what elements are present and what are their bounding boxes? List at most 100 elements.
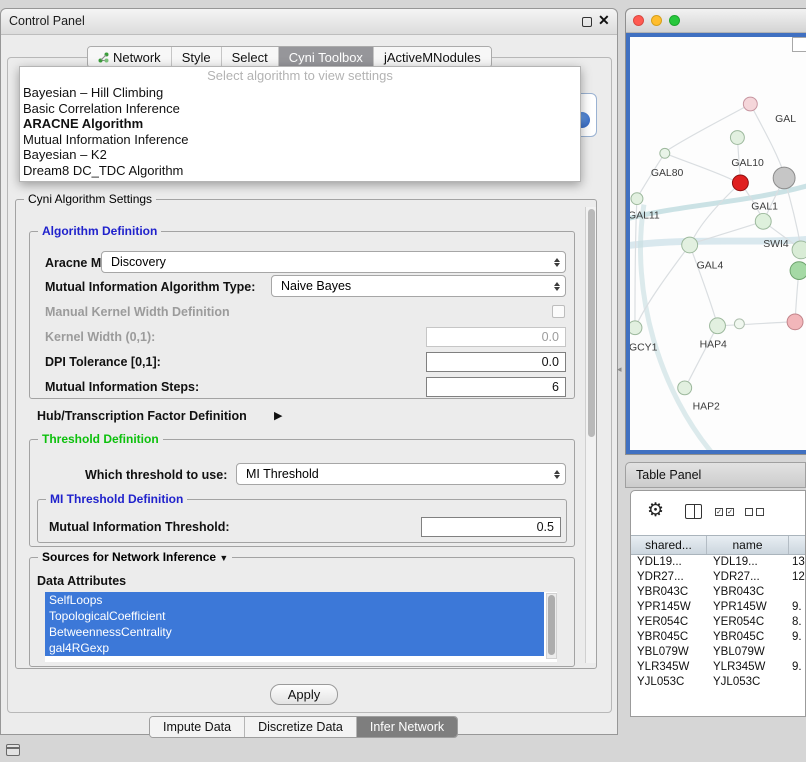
- attribute-item[interactable]: TopologicalCoefficient: [45, 608, 544, 624]
- aracne-mode-select[interactable]: Discovery: [101, 251, 566, 273]
- kernel-width-label: Kernel Width (0,1):: [45, 330, 155, 344]
- algorithm-option[interactable]: Dream8 DC_TDC Algorithm: [20, 163, 580, 179]
- table-cell: 13: [789, 555, 805, 570]
- algorithm-option[interactable]: Bayesian – K2: [20, 147, 580, 163]
- dpi-tolerance-input[interactable]: 0.0: [426, 352, 566, 372]
- attributes-scrollbar-thumb[interactable]: [548, 595, 555, 655]
- table-cell: YBR043C: [707, 585, 789, 600]
- columns-icon[interactable]: [685, 504, 702, 519]
- bottom-tab-infer-network[interactable]: Infer Network: [357, 717, 457, 737]
- table-cell: YPR145W: [707, 600, 789, 615]
- hub-collapsed-arrow-icon[interactable]: ▶: [274, 409, 282, 422]
- table-cell: 8.: [789, 615, 805, 630]
- table-cell: YJL053C: [707, 675, 789, 690]
- table-row[interactable]: YBR045CYBR045C9.: [631, 630, 805, 645]
- network-node[interactable]: [660, 148, 670, 158]
- table-row[interactable]: YPR145WYPR145W9.: [631, 600, 805, 615]
- tab-label: Cyni Toolbox: [289, 50, 363, 65]
- tab-cyni-toolbox[interactable]: Cyni Toolbox: [279, 47, 374, 67]
- table-row[interactable]: YDR27...YDR27...12: [631, 570, 805, 585]
- minimize-traffic-light-icon[interactable]: [651, 15, 662, 26]
- attributes-scrollbar[interactable]: [546, 593, 557, 659]
- settings-group-title: Cyni Algorithm Settings: [24, 192, 156, 206]
- network-canvas-svg[interactable]: GALGAL80GAL10GAL11GAL1SWI4GAL4GCY1HAP4HA…: [630, 37, 806, 450]
- attribute-item[interactable]: SelfLoops: [45, 592, 544, 608]
- mi-steps-input[interactable]: 6: [426, 377, 566, 397]
- network-window-titlebar[interactable]: [626, 9, 806, 33]
- tab-select[interactable]: Select: [222, 47, 279, 67]
- network-node[interactable]: [710, 318, 726, 334]
- gear-icon[interactable]: ⚙: [647, 500, 664, 522]
- deselect-all-icon[interactable]: [745, 508, 764, 516]
- column-header-extra[interactable]: [789, 536, 805, 554]
- close-traffic-light-icon[interactable]: [633, 15, 644, 26]
- settings-scrollbar[interactable]: [585, 207, 596, 663]
- mi-threshold-input[interactable]: 0.5: [421, 517, 561, 537]
- network-node[interactable]: [790, 262, 806, 280]
- table-row[interactable]: YJL053CYJL053C: [631, 675, 805, 690]
- tab-style[interactable]: Style: [172, 47, 222, 67]
- network-edge[interactable]: [687, 326, 718, 385]
- network-edge[interactable]: [718, 322, 793, 326]
- settings-scrollbar-thumb[interactable]: [588, 209, 595, 437]
- table-cell: YER054C: [631, 615, 707, 630]
- column-header-name[interactable]: name: [707, 536, 789, 554]
- network-canvas[interactable]: GALGAL80GAL10GAL11GAL1SWI4GAL4GCY1HAP4HA…: [626, 33, 806, 454]
- bottom-tab-discretize-data[interactable]: Discretize Data: [245, 717, 357, 737]
- network-node[interactable]: [787, 314, 803, 330]
- network-node[interactable]: [743, 97, 757, 111]
- network-node[interactable]: [682, 237, 698, 253]
- network-node[interactable]: [773, 167, 795, 189]
- attribute-item[interactable]: gal4RGexp: [45, 640, 544, 656]
- table-panel-titlebar[interactable]: Table Panel: [625, 462, 806, 488]
- splitter-collapse-icon[interactable]: ◂: [617, 364, 622, 375]
- table-row[interactable]: YBR043CYBR043C: [631, 585, 805, 600]
- attribute-item[interactable]: BetweennessCentrality: [45, 624, 544, 640]
- table-row[interactable]: YER054CYER054C8.: [631, 615, 805, 630]
- which-threshold-select[interactable]: MI Threshold: [236, 463, 566, 485]
- algorithm-option[interactable]: Basic Correlation Inference: [20, 101, 580, 117]
- algorithm-option[interactable]: Bayesian – Hill Climbing: [20, 85, 580, 101]
- network-node[interactable]: [734, 319, 744, 329]
- sources-expanded-arrow-icon[interactable]: ▼: [219, 553, 228, 563]
- sources-group-title[interactable]: Sources for Network Inference ▼: [38, 550, 232, 564]
- close-window-icon[interactable]: ✕: [598, 12, 610, 29]
- network-node[interactable]: [630, 321, 642, 335]
- zoom-traffic-light-icon[interactable]: [669, 15, 680, 26]
- network-node[interactable]: [755, 213, 771, 229]
- control-panel-titlebar[interactable]: Control Panel ✕: [1, 9, 617, 35]
- network-tab-icon: [98, 52, 109, 63]
- table-toolbar: ⚙ ✓✓: [631, 491, 805, 535]
- sources-title-text: Sources for Network Inference: [42, 550, 216, 564]
- dpi-tolerance-value: 0.0: [542, 355, 559, 369]
- table-row[interactable]: YBL079WYBL079W: [631, 645, 805, 660]
- mi-type-select[interactable]: Naive Bayes: [271, 275, 566, 297]
- float-window-icon[interactable]: [582, 17, 592, 27]
- network-node[interactable]: [732, 175, 748, 191]
- network-node-label: GAL4: [697, 261, 724, 272]
- network-node-label: GCY1: [630, 342, 658, 353]
- column-header-shared[interactable]: shared...: [631, 536, 707, 554]
- tab-jactivemnodules[interactable]: jActiveMNodules: [374, 47, 491, 67]
- data-attributes-list[interactable]: SelfLoopsTopologicalCoefficientBetweenne…: [45, 592, 557, 662]
- kernel-width-input[interactable]: 0.0: [426, 327, 566, 347]
- apply-button[interactable]: Apply: [270, 684, 338, 705]
- network-node[interactable]: [678, 381, 692, 395]
- network-edge[interactable]: [692, 183, 741, 242]
- algorithm-option[interactable]: Mutual Information Inference: [20, 132, 580, 148]
- manual-kernel-checkbox[interactable]: [552, 305, 565, 318]
- table-row[interactable]: YLR345WYLR345W9.: [631, 660, 805, 675]
- network-node-label: GAL: [775, 114, 796, 125]
- mi-steps-value: 6: [552, 380, 559, 394]
- restore-panel-icon[interactable]: [6, 744, 20, 756]
- select-all-icon[interactable]: ✓✓: [715, 508, 734, 516]
- network-node[interactable]: [631, 193, 643, 205]
- algorithm-option[interactable]: ARACNE Algorithm: [20, 116, 580, 132]
- hub-section-label[interactable]: Hub/Transcription Factor Definition: [37, 409, 247, 423]
- bottom-tab-impute-data[interactable]: Impute Data: [150, 717, 245, 737]
- network-node[interactable]: [730, 131, 744, 145]
- network-edge[interactable]: [690, 245, 717, 322]
- tab-network[interactable]: Network: [88, 47, 172, 67]
- network-node[interactable]: [792, 241, 806, 259]
- table-row[interactable]: YDL19...YDL19...13: [631, 555, 805, 570]
